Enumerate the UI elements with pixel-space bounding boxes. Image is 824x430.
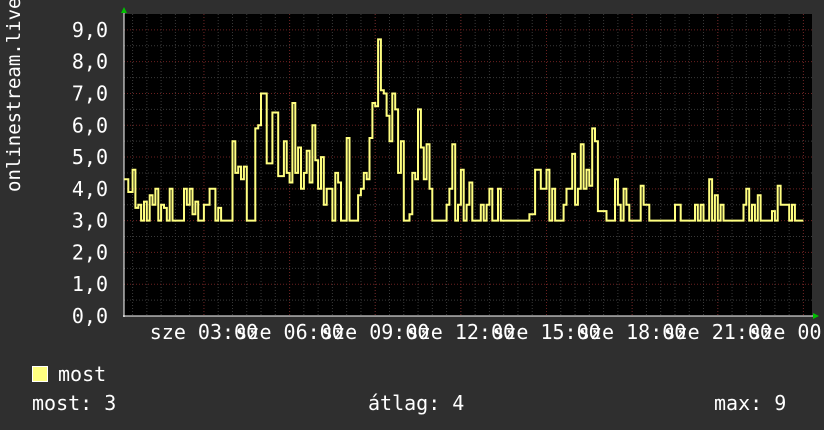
legend-swatch: [32, 366, 48, 382]
y-tick-label: 5,0: [72, 145, 108, 169]
y-axis-label: onlinestream.live: [3, 0, 25, 192]
y-tick-label: 0,0: [72, 304, 108, 328]
y-axis-arrow-icon: [121, 7, 127, 13]
y-tick-label: 6,0: [72, 113, 108, 137]
stat-maximum: max: 9: [714, 391, 787, 415]
legend-label: most: [58, 362, 107, 386]
chart-area: 0,0 1,0 2,0 3,0 4,0 5,0 6,0 7,0 8,0 9,0 sze 03:00…: [72, 7, 824, 344]
x-tick-labels: sze 03:00sze 06:00sze 09:00sze 12:00sze …: [150, 320, 824, 344]
y-tick-label: 4,0: [72, 177, 108, 201]
x-tick-label: sze 00:00: [749, 320, 824, 344]
y-tick-label: 2,0: [72, 240, 108, 264]
y-tick-label: 7,0: [72, 81, 108, 105]
plot-background: [124, 14, 812, 316]
stat-current: most: 3: [32, 391, 117, 415]
y-tick-label: 9,0: [72, 18, 108, 42]
y-tick-label: 1,0: [72, 272, 108, 296]
stat-average: átlag: 4: [368, 391, 465, 415]
x-axis-arrow-icon: [813, 313, 819, 319]
legend: most: [32, 362, 106, 386]
y-tick-labels: 0,0 1,0 2,0 3,0 4,0 5,0 6,0 7,0 8,0 9,0: [72, 18, 108, 328]
y-tick-label: 3,0: [72, 209, 108, 233]
y-tick-label: 8,0: [72, 50, 108, 74]
